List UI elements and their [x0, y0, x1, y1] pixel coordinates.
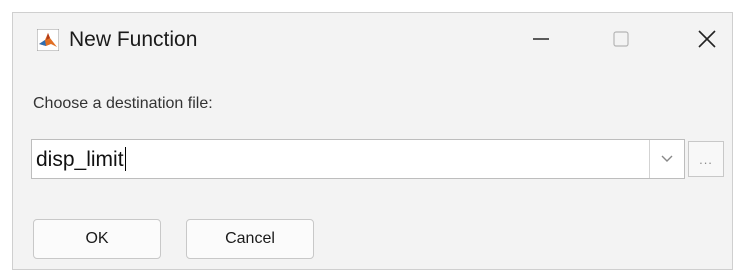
browse-button[interactable]: ...	[688, 141, 724, 177]
maximize-icon	[611, 29, 631, 54]
destination-file-value: disp_limit	[36, 148, 124, 171]
close-button[interactable]	[679, 13, 735, 69]
minimize-icon	[531, 29, 551, 54]
browse-button-label: ...	[699, 151, 713, 167]
chevron-down-icon	[660, 150, 674, 168]
dropdown-button[interactable]	[649, 140, 684, 178]
ok-button-label: OK	[85, 230, 109, 247]
destination-file-input[interactable]: disp_limit	[36, 147, 126, 172]
ok-button[interactable]: OK	[33, 219, 161, 259]
destination-prompt: Choose a destination file:	[33, 95, 213, 112]
matlab-logo-icon	[36, 28, 60, 52]
window-title: New Function	[69, 28, 198, 51]
new-function-dialog: New Function Choose a destination file: …	[12, 12, 733, 270]
cancel-button-label: Cancel	[225, 230, 275, 247]
title-bar[interactable]: New Function	[13, 13, 732, 69]
close-icon	[696, 28, 718, 55]
cancel-button[interactable]: Cancel	[186, 219, 314, 259]
destination-file-combobox[interactable]: disp_limit	[31, 139, 685, 179]
text-caret	[124, 147, 126, 171]
maximize-button[interactable]	[593, 13, 649, 69]
minimize-button[interactable]	[513, 13, 569, 69]
